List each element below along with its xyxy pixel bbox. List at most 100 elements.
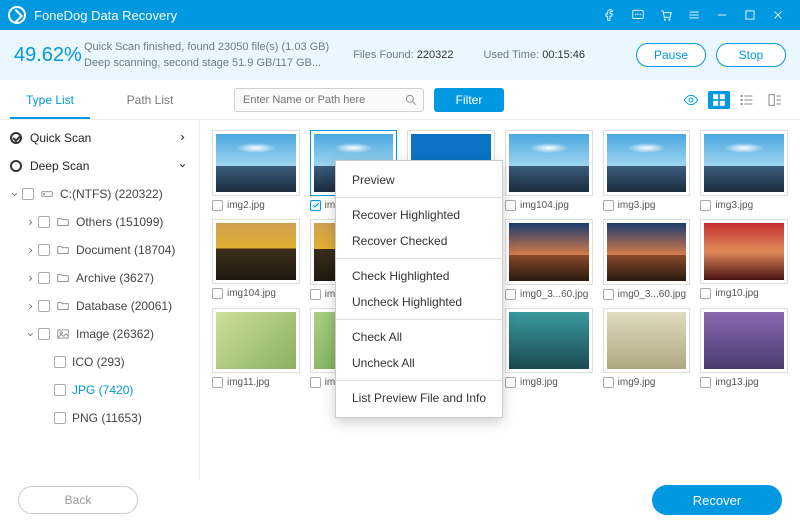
thumbnail-item[interactable]: img0_3...60.jpg bbox=[505, 219, 593, 300]
file-name: img10.jpg bbox=[715, 288, 788, 299]
thumbnail-item[interactable]: img104.jpg bbox=[212, 219, 300, 300]
thumbnail-item[interactable]: img3.jpg bbox=[700, 130, 788, 211]
checkbox[interactable] bbox=[38, 328, 50, 340]
folder-icon bbox=[56, 271, 70, 285]
checkbox[interactable] bbox=[700, 288, 711, 299]
menu-recover-checked[interactable]: Recover Checked bbox=[336, 228, 502, 254]
checkbox[interactable] bbox=[310, 289, 321, 300]
menu-separator bbox=[336, 319, 502, 320]
thumbnail-item[interactable]: img13.jpg bbox=[700, 308, 788, 389]
checkbox[interactable] bbox=[505, 377, 516, 388]
file-name: img3.jpg bbox=[618, 200, 691, 211]
facebook-icon[interactable] bbox=[596, 0, 624, 30]
sidebar-document[interactable]: Document (18704) bbox=[0, 236, 199, 264]
sidebar-png[interactable]: PNG (11653) bbox=[0, 404, 199, 432]
thumbnail-item[interactable]: img2.jpg bbox=[212, 130, 300, 211]
thumbnail-item[interactable]: img11.jpg bbox=[212, 308, 300, 389]
checkbox[interactable] bbox=[22, 188, 34, 200]
checkbox[interactable] bbox=[38, 272, 50, 284]
thumbnail-item[interactable]: img10.jpg bbox=[700, 219, 788, 300]
scan-status-line2: Deep scanning, second stage 51.9 GB/117 … bbox=[84, 57, 329, 69]
checkbox[interactable] bbox=[603, 289, 614, 300]
checkbox[interactable] bbox=[212, 288, 223, 299]
sidebar-quick-scan[interactable]: Quick Scan bbox=[0, 124, 199, 152]
search-icon bbox=[404, 93, 418, 107]
tab-type-list[interactable]: Type List bbox=[0, 80, 100, 119]
thumbnail-item[interactable]: img9.jpg bbox=[603, 308, 691, 389]
checkbox[interactable] bbox=[38, 216, 50, 228]
checkbox[interactable] bbox=[700, 200, 711, 211]
file-name: img0_3...60.jpg bbox=[618, 289, 691, 300]
sidebar-deep-scan[interactable]: Deep Scan bbox=[0, 152, 199, 180]
checkbox[interactable] bbox=[603, 377, 614, 388]
back-button[interactable]: Back bbox=[18, 486, 138, 514]
checkbox[interactable] bbox=[212, 200, 223, 211]
scan-percent: 49.62% bbox=[14, 44, 84, 67]
image-icon bbox=[56, 327, 70, 341]
menu-check-all[interactable]: Check All bbox=[336, 324, 502, 350]
file-name: img3.jpg bbox=[715, 200, 788, 211]
checkbox[interactable] bbox=[38, 244, 50, 256]
sidebar-archive[interactable]: Archive (3627) bbox=[0, 264, 199, 292]
menu-icon[interactable] bbox=[680, 0, 708, 30]
checkbox[interactable] bbox=[505, 289, 516, 300]
view-list-icon[interactable] bbox=[736, 91, 758, 109]
sidebar-c-drive[interactable]: C:(NTFS) (220322) bbox=[0, 180, 199, 208]
menu-recover-highlighted[interactable]: Recover Highlighted bbox=[336, 202, 502, 228]
cart-icon[interactable] bbox=[652, 0, 680, 30]
drive-icon bbox=[40, 187, 54, 201]
menu-separator bbox=[336, 197, 502, 198]
context-menu: Preview Recover Highlighted Recover Chec… bbox=[335, 160, 503, 418]
sidebar-others[interactable]: Others (151099) bbox=[0, 208, 199, 236]
sidebar-database[interactable]: Database (20061) bbox=[0, 292, 199, 320]
maximize-icon[interactable] bbox=[736, 0, 764, 30]
checkbox[interactable] bbox=[310, 200, 321, 211]
view-grid-icon[interactable] bbox=[708, 91, 730, 109]
tab-path-list[interactable]: Path List bbox=[100, 80, 200, 119]
checkbox[interactable] bbox=[310, 377, 321, 388]
checkbox[interactable] bbox=[54, 384, 66, 396]
status-bar: 49.62% Quick Scan finished, found 23050 … bbox=[0, 30, 800, 80]
check-icon bbox=[10, 132, 22, 144]
checkbox[interactable] bbox=[54, 356, 66, 368]
pause-button[interactable]: Pause bbox=[636, 43, 706, 67]
sidebar-ico[interactable]: ICO (293) bbox=[0, 348, 199, 376]
folder-icon bbox=[56, 243, 70, 257]
sidebar-jpg[interactable]: JPG (7420) bbox=[0, 376, 199, 404]
menu-uncheck-highlighted[interactable]: Uncheck Highlighted bbox=[336, 289, 502, 315]
view-detail-icon[interactable] bbox=[764, 91, 786, 109]
menu-uncheck-all[interactable]: Uncheck All bbox=[336, 350, 502, 376]
app-title: FoneDog Data Recovery bbox=[34, 8, 177, 23]
checkbox[interactable] bbox=[700, 377, 711, 388]
sidebar: Quick Scan Deep Scan C:(NTFS) (220322) O… bbox=[0, 120, 200, 480]
thumbnail-item[interactable]: img8.jpg bbox=[505, 308, 593, 389]
menu-separator bbox=[336, 380, 502, 381]
file-name: img8.jpg bbox=[520, 377, 593, 388]
preview-toggle-icon[interactable] bbox=[680, 91, 702, 109]
menu-list-preview[interactable]: List Preview File and Info bbox=[336, 385, 502, 411]
checkbox[interactable] bbox=[505, 200, 516, 211]
file-name: img13.jpg bbox=[715, 377, 788, 388]
menu-preview[interactable]: Preview bbox=[336, 167, 502, 193]
checkbox[interactable] bbox=[603, 200, 614, 211]
file-name: img104.jpg bbox=[520, 200, 593, 211]
feedback-icon[interactable] bbox=[624, 0, 652, 30]
folder-icon bbox=[56, 299, 70, 313]
sidebar-image[interactable]: Image (26362) bbox=[0, 320, 199, 348]
search-input[interactable] bbox=[234, 88, 424, 112]
menu-check-highlighted[interactable]: Check Highlighted bbox=[336, 263, 502, 289]
checkbox[interactable] bbox=[38, 300, 50, 312]
thumbnail-item[interactable]: img0_3...60.jpg bbox=[603, 219, 691, 300]
thumbnail-item[interactable]: img3.jpg bbox=[603, 130, 691, 211]
stop-button[interactable]: Stop bbox=[716, 43, 786, 67]
close-icon[interactable] bbox=[764, 0, 792, 30]
minimize-icon[interactable] bbox=[708, 0, 736, 30]
checkbox[interactable] bbox=[54, 412, 66, 424]
app-logo-icon bbox=[8, 6, 26, 24]
recover-button[interactable]: Recover bbox=[652, 485, 782, 515]
folder-icon bbox=[56, 215, 70, 229]
filter-button[interactable]: Filter bbox=[434, 88, 504, 112]
thumbnail-item[interactable]: img104.jpg bbox=[505, 130, 593, 211]
checkbox[interactable] bbox=[212, 377, 223, 388]
file-name: img0_3...60.jpg bbox=[520, 289, 593, 300]
